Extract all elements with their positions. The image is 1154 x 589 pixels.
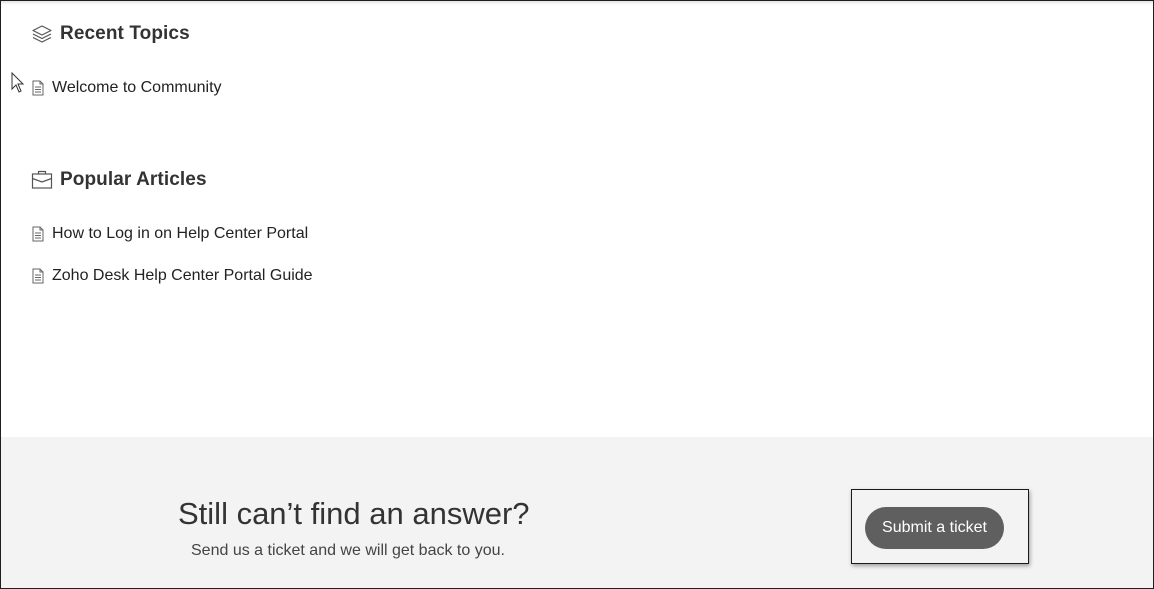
footer-title: Still can’t find an answer? xyxy=(178,496,530,531)
popular-articles-header: Popular Articles xyxy=(31,167,207,193)
list-item[interactable]: Zoho Desk Help Center Portal Guide xyxy=(31,265,313,287)
mouse-cursor-icon xyxy=(11,72,25,93)
briefcase-icon xyxy=(31,169,53,191)
contact-footer: Still can’t find an answer? Send us a ti… xyxy=(1,437,1153,588)
article-link[interactable]: Zoho Desk Help Center Portal Guide xyxy=(52,267,313,285)
recent-topics-header: Recent Topics xyxy=(31,21,190,47)
footer-subtitle: Send us a ticket and we will get back to… xyxy=(191,542,505,559)
article-link[interactable]: How to Log in on Help Center Portal xyxy=(52,225,308,243)
recent-topics-title: Recent Topics xyxy=(60,23,190,44)
recent-topics-section: Recent Topics Welcome to Community xyxy=(31,21,222,96)
topic-link[interactable]: Welcome to Community xyxy=(52,79,222,97)
popular-articles-title: Popular Articles xyxy=(60,169,207,190)
document-icon xyxy=(31,226,45,242)
help-center-page: Recent Topics Welcome to Community Popul… xyxy=(0,0,1154,589)
layers-icon xyxy=(31,23,53,45)
list-item[interactable]: Welcome to Community xyxy=(31,77,222,99)
popular-articles-section: Popular Articles How to Log in on Help C… xyxy=(31,167,313,284)
document-icon xyxy=(31,80,45,96)
document-icon xyxy=(31,268,45,284)
top-shadow xyxy=(1,1,1153,5)
list-item[interactable]: How to Log in on Help Center Portal xyxy=(31,223,308,245)
submit-ticket-button[interactable]: Submit a ticket xyxy=(865,507,1004,549)
